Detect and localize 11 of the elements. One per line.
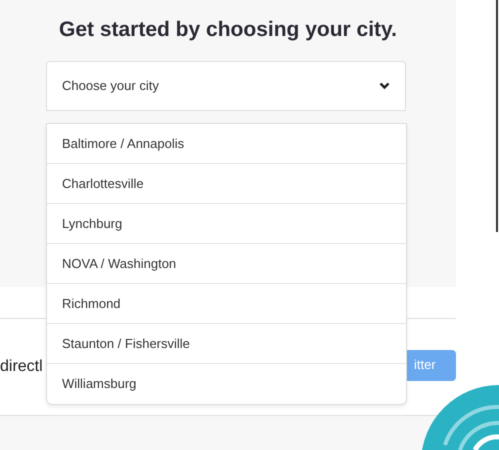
menu-item[interactable]: Staunton / Fishersville xyxy=(47,324,406,364)
menu-item[interactable]: Charlottesville xyxy=(47,164,406,204)
menu-item[interactable]: Richmond xyxy=(47,284,406,324)
menu-item[interactable]: Lynchburg xyxy=(47,204,406,244)
menu-item[interactable]: NOVA / Washington xyxy=(47,244,406,284)
body-text: directl xyxy=(0,357,43,377)
chevron-down-icon xyxy=(379,82,390,90)
menu-item[interactable]: Baltimore / Annapolis xyxy=(47,124,406,164)
menu-item[interactable]: Williamsburg xyxy=(47,364,406,404)
heading: Get started by choosing your city. xyxy=(58,17,398,42)
city-select[interactable]: Choose your city xyxy=(46,61,406,112)
